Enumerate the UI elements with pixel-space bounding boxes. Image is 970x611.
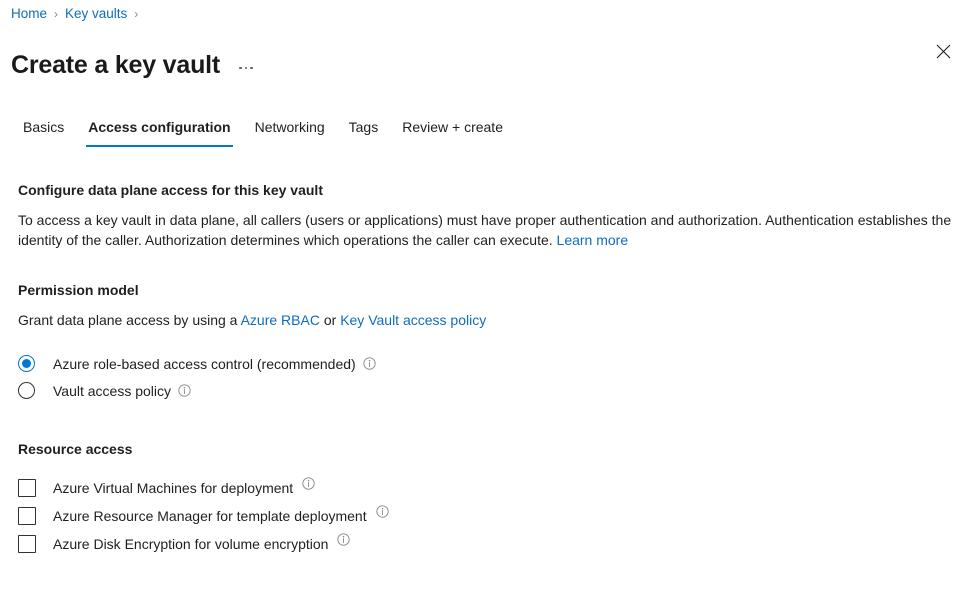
permission-model-heading: Permission model: [18, 282, 139, 298]
permission-model-description-prefix: Grant data plane access by using a: [18, 312, 241, 328]
checkbox-azure-disk-encryption-label: Azure Disk Encryption for volume encrypt…: [53, 536, 329, 552]
radio-inner-dot: [22, 359, 31, 368]
tab-bar: Basics Access configuration Networking T…: [11, 112, 970, 147]
radio-azure-rbac-label: Azure role-based access control (recomme…: [53, 355, 356, 372]
tab-networking[interactable]: Networking: [243, 112, 337, 147]
more-actions-icon[interactable]: [236, 61, 256, 76]
tab-access-configuration[interactable]: Access configuration: [76, 112, 242, 147]
info-icon[interactable]: [337, 533, 351, 546]
radio-inner-dot: [22, 386, 31, 395]
info-icon[interactable]: [375, 505, 389, 518]
breadcrumb-item-key-vaults[interactable]: Key vaults: [65, 6, 127, 22]
info-icon[interactable]: [302, 477, 315, 490]
ellipsis-dot: [244, 66, 248, 69]
checkbox-azure-disk-encryption[interactable]: Azure Disk Encryption for volume encrypt…: [18, 530, 964, 558]
info-icon[interactable]: [178, 384, 191, 397]
section-heading-configure-data-plane: Configure data plane access for this key…: [18, 182, 323, 198]
breadcrumb-separator-icon: ›: [134, 7, 139, 21]
ellipsis-dot: [250, 66, 253, 69]
section-description-text: To access a key vault in data plane, all…: [18, 212, 952, 248]
close-icon[interactable]: [928, 36, 958, 66]
section-description: To access a key vault in data plane, all…: [18, 210, 962, 250]
permission-model-radio-group: Azure role-based access control (recomme…: [18, 350, 964, 404]
checkbox-azure-resource-manager-label: Azure Resource Manager for template depl…: [53, 508, 367, 524]
azure-rbac-link[interactable]: Azure RBAC: [241, 312, 320, 328]
permission-model-section: Permission model Grant data plane access…: [18, 281, 964, 404]
radio-indicator: [18, 355, 35, 372]
resource-access-section: Resource access Azure Virtual Machines f…: [18, 440, 964, 558]
radio-vault-access-policy-label: Vault access policy: [53, 382, 172, 399]
tab-tags[interactable]: Tags: [337, 112, 391, 147]
breadcrumb-item-home[interactable]: Home: [11, 6, 47, 22]
radio-azure-rbac[interactable]: Azure role-based access control (recomme…: [18, 350, 964, 377]
resource-access-heading: Resource access: [18, 441, 133, 457]
checkbox-azure-resource-manager[interactable]: Azure Resource Manager for template depl…: [18, 502, 964, 530]
permission-model-description-middle: or: [319, 312, 341, 328]
checkbox-indicator: [18, 479, 36, 497]
ellipsis-dot: [239, 66, 242, 69]
info-icon[interactable]: [363, 357, 376, 370]
key-vault-access-policy-link[interactable]: Key Vault access policy: [340, 312, 486, 328]
radio-indicator: [18, 382, 35, 399]
permission-model-description: Grant data plane access by using a Azure…: [18, 310, 964, 330]
tab-review-create[interactable]: Review + create: [390, 112, 515, 147]
radio-vault-access-policy[interactable]: Vault access policy: [18, 377, 964, 404]
breadcrumb-separator-icon: ›: [54, 7, 59, 21]
learn-more-link[interactable]: Learn more: [557, 232, 629, 248]
checkbox-indicator: [18, 535, 36, 553]
checkbox-azure-virtual-machines-label: Azure Virtual Machines for deployment: [53, 480, 294, 496]
breadcrumb: Home › Key vaults ›: [11, 6, 145, 22]
checkbox-indicator: [18, 507, 36, 525]
checkbox-azure-virtual-machines[interactable]: Azure Virtual Machines for deployment: [18, 474, 964, 502]
main-content: Configure data plane access for this key…: [18, 181, 964, 558]
page-title: Create a key vault: [11, 50, 221, 79]
resource-access-checkbox-group: Azure Virtual Machines for deployment Az…: [18, 474, 964, 558]
title-row: Create a key vault: [11, 33, 256, 97]
tab-basics[interactable]: Basics: [11, 112, 76, 147]
